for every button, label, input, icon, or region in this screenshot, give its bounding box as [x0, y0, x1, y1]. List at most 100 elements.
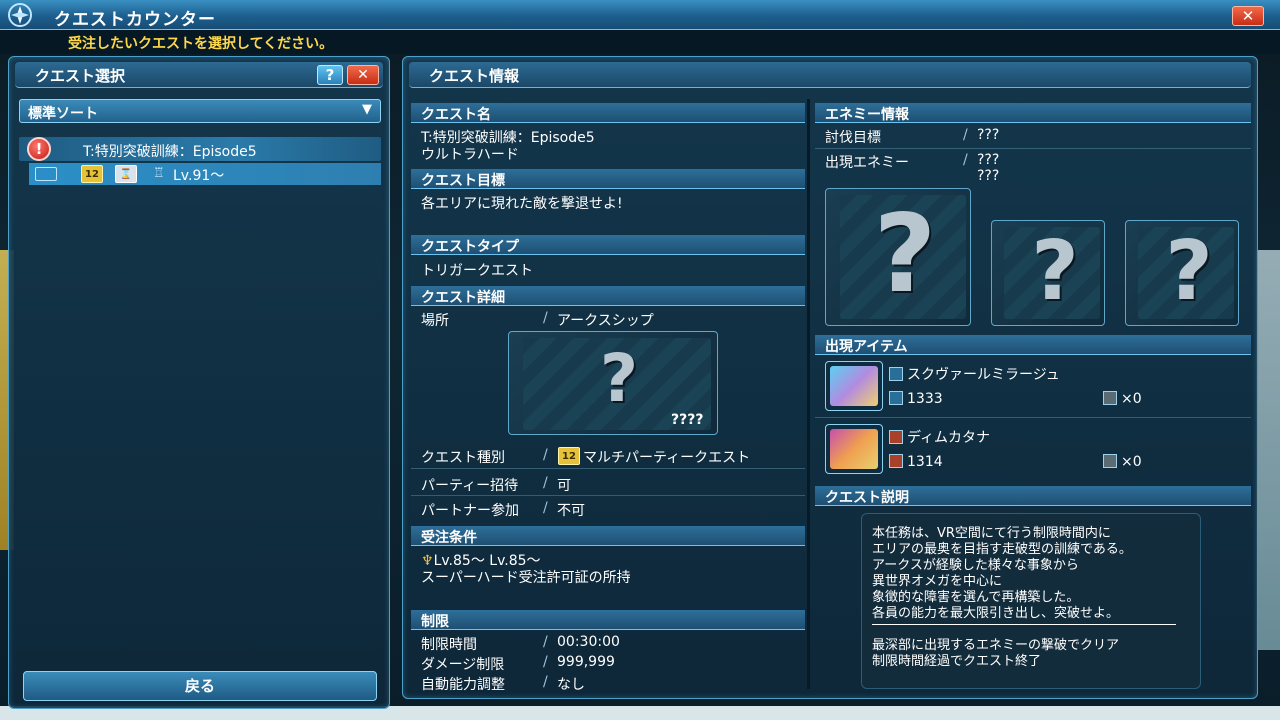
- section-title: 受注条件: [421, 530, 477, 546]
- quest-kind-slash: /: [543, 447, 548, 463]
- question-mark-icon: ?: [1165, 224, 1213, 319]
- help-button[interactable]: ?: [317, 65, 343, 85]
- section-title: クエスト詳細: [421, 290, 505, 306]
- enemy-image-small: ?: [1125, 220, 1239, 326]
- location-slash: /: [543, 310, 548, 326]
- item-icon-katana[interactable]: [825, 424, 883, 474]
- question-mark-icon: ?: [599, 340, 639, 417]
- quest-select-panel: クエスト選択 ? ✕ 標準ソート ▼ ! T:特別突破訓練：Episode5 1…: [8, 56, 390, 709]
- column-divider: [807, 99, 810, 689]
- damage-limit-label: ダメージ制限: [421, 657, 505, 673]
- window-title: クエストカウンター: [54, 10, 216, 30]
- location-label: 場所: [421, 313, 449, 329]
- appear-enemy-value-2: ???: [977, 168, 1000, 184]
- section-title: クエスト名: [421, 107, 491, 123]
- item-2-name: ディムカタナ: [889, 427, 990, 447]
- section-quest-name: クエスト名: [411, 103, 805, 123]
- quest-item-info-row: 12 ⌛ ♖ Lv.91～: [29, 163, 381, 185]
- location-code: ????: [671, 412, 704, 428]
- objective-text: 各エリアに現れた敵を撃退せよ!: [421, 196, 623, 212]
- item-count-icon: [1103, 391, 1117, 405]
- level-icon: ♖: [153, 166, 165, 181]
- quest-item-name: T:特別突破訓練：Episode5: [83, 144, 257, 160]
- partner-value: 不可: [557, 503, 585, 519]
- quest-info-panel: クエスト情報 クエスト名 T:特別突破訓練：Episode5 ウルトラハード ク…: [402, 56, 1258, 699]
- quest-list-item[interactable]: ! T:特別突破訓練：Episode5 12 ⌛ ♖ Lv.91～: [19, 135, 381, 187]
- section-title: クエスト目標: [421, 173, 505, 189]
- party-invite-slash: /: [543, 475, 548, 491]
- instruction-text: 受注したいクエストを選択してください。: [68, 36, 334, 52]
- item-1-count: ×0: [1103, 391, 1142, 407]
- party-invite-value: 可: [557, 478, 571, 494]
- target-slash: /: [963, 127, 968, 143]
- question-mark-icon: ?: [873, 192, 937, 317]
- attack-icon: [889, 391, 903, 405]
- back-button[interactable]: 戻る: [23, 671, 377, 701]
- section-enemy: エネミー情報: [815, 103, 1251, 123]
- wand-icon: [889, 367, 903, 381]
- appear-enemy-label: 出現エネミー: [825, 155, 909, 171]
- quest-select-title: クエスト選択: [35, 67, 126, 85]
- section-description: クエスト説明: [815, 486, 1251, 506]
- section-title: クエスト説明: [825, 490, 909, 506]
- multi-party-icon: 12: [558, 447, 580, 465]
- quest-type: トリガークエスト: [421, 263, 533, 279]
- partner-label: パートナー参加: [421, 503, 519, 519]
- alert-icon: !: [27, 137, 51, 161]
- appear-enemy-slash: /: [963, 152, 968, 168]
- window-titlebar: クエストカウンター ✕: [0, 0, 1280, 30]
- quest-info-header: クエスト情報: [409, 62, 1251, 88]
- section-limits: 制限: [411, 610, 805, 630]
- quest-item-level: Lv.91～: [173, 168, 225, 184]
- question-mark-icon: ?: [1031, 224, 1079, 319]
- row-separator: [411, 468, 805, 469]
- item-icon-image: [830, 429, 878, 469]
- item-2-count: ×0: [1103, 454, 1142, 470]
- window-close-button[interactable]: ✕: [1232, 6, 1264, 26]
- section-title: 制限: [421, 614, 449, 630]
- quest-item-title-row: ! T:特別突破訓練：Episode5: [19, 137, 381, 161]
- item-icon-wand[interactable]: [825, 361, 883, 411]
- quest-kind-label: クエスト種別: [421, 450, 505, 466]
- quest-info-title: クエスト情報: [429, 67, 520, 85]
- item-count-icon: [1103, 454, 1117, 468]
- location-image: ? ????: [508, 331, 718, 435]
- fail-condition: 制限時間経過でクエスト終了: [872, 654, 1042, 669]
- section-title: エネミー情報: [825, 107, 909, 123]
- section-detail: クエスト詳細: [411, 286, 805, 306]
- panel-close-button[interactable]: ✕: [347, 65, 379, 85]
- sort-label: 標準ソート: [28, 106, 98, 122]
- partner-slash: /: [543, 500, 548, 516]
- target-value: ???: [977, 127, 1000, 143]
- chat-icon: [35, 167, 57, 181]
- section-title: クエストタイプ: [421, 239, 519, 255]
- appear-enemy-value: ???: [977, 152, 1000, 168]
- target-label: 討伐目標: [825, 130, 881, 146]
- enemy-image-large: ?: [825, 188, 971, 326]
- quest-select-header: クエスト選択 ? ✕: [15, 62, 383, 88]
- multi-party-icon: 12: [81, 165, 103, 183]
- background-glow-right: [1256, 250, 1280, 650]
- damage-limit-slash: /: [543, 654, 548, 670]
- damage-limit-value: 999,999: [557, 654, 615, 670]
- row-separator: [815, 417, 1251, 418]
- sort-dropdown[interactable]: 標準ソート ▼: [19, 99, 381, 123]
- section-type: クエストタイプ: [411, 235, 805, 255]
- time-limit-value: 00:30:00: [557, 634, 620, 650]
- enemy-image-small: ?: [991, 220, 1105, 326]
- section-title: 出現アイテム: [825, 339, 908, 355]
- quest-difficulty: ウルトラハード: [421, 147, 519, 163]
- auto-adjust-value: なし: [557, 677, 585, 693]
- item-1-name: スクヴァールミラージュ: [889, 364, 1060, 384]
- description-line: 各員の能力を最大限引き出し、突破せよ。: [872, 606, 1120, 621]
- row-separator: [411, 495, 805, 496]
- condition-license: スーパーハード受注許可証の所持: [421, 570, 631, 586]
- party-invite-label: パーティー招待: [421, 478, 519, 494]
- description-divider: [872, 624, 1176, 625]
- chevron-down-icon: ▼: [362, 102, 372, 117]
- description-box: 本任務は、VR空間にて行う制限時間内に エリアの最奥を目指す走破型の訓練である。…: [861, 513, 1201, 689]
- time-limit-label: 制限時間: [421, 637, 477, 653]
- arks-emblem-icon: [8, 3, 32, 27]
- auto-adjust-label: 自動能力調整: [421, 677, 505, 693]
- attack-icon: [889, 454, 903, 468]
